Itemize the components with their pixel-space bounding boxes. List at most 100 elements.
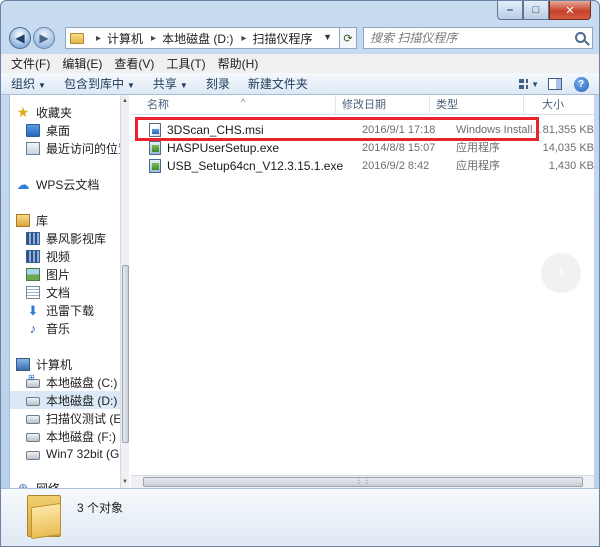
file-modified: 2016/9/1 17:18	[362, 124, 436, 136]
music-note-icon: ♪	[29, 320, 37, 336]
arrow-left-icon: ◀	[15, 31, 25, 45]
nav-pictures-label: 图片	[46, 267, 71, 282]
nav-recent-label: 最近访问的位置	[46, 141, 120, 156]
nav-drive-f[interactable]: 本地磁盘 (F:)	[26, 427, 120, 445]
system-drive-icon	[26, 373, 40, 388]
menu-bar: 文件(F) 编辑(E) 查看(V) 工具(T) 帮助(H)	[1, 53, 599, 74]
scroll-down-icon[interactable]: ▼	[122, 479, 128, 485]
search-icon[interactable]	[575, 32, 586, 43]
refresh-button[interactable]: ⟳	[339, 27, 357, 49]
file-name: HASPUserSetup.exe	[167, 141, 280, 155]
include-in-library-label: 包含到库中	[63, 77, 124, 91]
column-header-type[interactable]: 类型	[430, 95, 524, 115]
file-size: 14,035 KB	[542, 142, 594, 154]
breadcrumb-drive-d[interactable]: 本地磁盘 (D:)	[162, 30, 233, 47]
explorer-window: – □ ✕ ◀ ▶ ▸ 计算机 ▸ 本地磁盘 (D:) ▸ 扫描仪程序 ▼ ⟳ …	[0, 0, 600, 547]
nav-drive-c[interactable]: 本地磁盘 (C:)	[26, 373, 120, 391]
file-type: 应用程序	[456, 160, 500, 172]
recent-places-icon	[26, 141, 40, 155]
nav-wps-cloud[interactable]: ☁ WPS云文档	[16, 175, 120, 193]
nav-drive-e[interactable]: 扫描仪测试 (E:)	[26, 409, 120, 427]
download-icon: ⬇	[27, 302, 39, 318]
chevron-right-icon[interactable]: ▸	[96, 33, 101, 44]
include-in-library-button[interactable]: 包含到库中 ▼	[64, 75, 135, 92]
chevron-right-icon[interactable]: ▸	[241, 33, 246, 44]
minimize-button[interactable]: –	[497, 1, 523, 20]
nav-favorites[interactable]: ★ 收藏夹	[16, 103, 120, 121]
nav-drive-g[interactable]: Win7 32bit (G:)	[26, 445, 120, 463]
nav-music-label: 音乐	[46, 321, 71, 336]
nav-libraries[interactable]: 库	[16, 211, 120, 229]
change-view-button[interactable]: ▼	[519, 75, 539, 93]
file-size: 1,430 KB	[548, 160, 594, 172]
nav-videos[interactable]: 视频	[26, 247, 120, 265]
file-row[interactable]: USB_Setup64cn_V12.3.15.1.exe 2016/9/2 8:…	[131, 157, 594, 175]
preview-pane-button[interactable]	[545, 75, 565, 93]
nav-network-label: 网络	[36, 480, 60, 489]
chevron-right-icon[interactable]: ▸	[151, 33, 156, 44]
folder-icon	[27, 495, 61, 540]
nav-thunder-downloads[interactable]: ⬇ 迅雷下载	[26, 301, 120, 319]
nav-computer[interactable]: 计算机	[16, 355, 120, 373]
menu-help[interactable]: 帮助(H)	[212, 54, 265, 74]
picture-icon	[26, 267, 40, 281]
drive-icon	[26, 415, 40, 424]
maximize-button[interactable]: □	[523, 1, 549, 20]
drive-icon	[26, 451, 40, 460]
scroll-up-icon[interactable]: ▲	[122, 98, 128, 104]
chevron-down-icon[interactable]: ▼	[323, 32, 332, 42]
view-grid-icon	[519, 78, 529, 90]
nav-desktop[interactable]: 桌面	[26, 121, 120, 139]
menu-tools[interactable]: 工具(T)	[160, 54, 211, 74]
new-folder-button[interactable]: 新建文件夹	[248, 75, 308, 92]
burn-button[interactable]: 刻录	[206, 75, 230, 92]
overlay-next-arrow-icon[interactable]: ›	[541, 253, 581, 293]
horizontal-scrollbar[interactable]: ⋮⋮	[131, 475, 594, 488]
exe-file-icon	[149, 141, 161, 155]
search-input[interactable]	[370, 31, 570, 45]
menu-file[interactable]: 文件(F)	[5, 54, 56, 74]
help-button[interactable]: ?	[571, 75, 591, 93]
file-name: 3DScan_CHS.msi	[167, 123, 264, 137]
breadcrumb-computer[interactable]: 计算机	[107, 30, 143, 47]
navigation-pane: ★ 收藏夹 桌面 最近访问的位置 ☁ WPS云文档 库 暴风影视库 视频 图片	[10, 95, 120, 488]
nav-drive-d[interactable]: 本地磁盘 (D:)	[10, 391, 120, 409]
nav-music[interactable]: ♪ 音乐	[26, 319, 120, 337]
nav-libraries-label: 库	[36, 213, 49, 228]
file-row[interactable]: HASPUserSetup.exe 2014/8/8 15:07 应用程序 14…	[131, 139, 594, 157]
exe-file-icon	[149, 159, 161, 173]
video-library-icon	[26, 231, 40, 245]
file-name: USB_Setup64cn_V12.3.15.1.exe	[167, 159, 344, 173]
menu-view[interactable]: 查看(V)	[108, 54, 160, 74]
forward-button[interactable]: ▶	[33, 27, 55, 49]
chevron-down-icon: ▼	[38, 81, 46, 90]
organize-button[interactable]: 组织 ▼	[11, 75, 46, 92]
share-button[interactable]: 共享 ▼	[153, 75, 188, 92]
nav-storm-video-library[interactable]: 暴风影视库	[26, 229, 120, 247]
file-type: Windows Install...	[456, 124, 542, 136]
address-bar[interactable]: ▸ 计算机 ▸ 本地磁盘 (D:) ▸ 扫描仪程序 ▼	[65, 27, 357, 49]
nav-pictures[interactable]: 图片	[26, 265, 120, 283]
breadcrumb-scanner-folder[interactable]: 扫描仪程序	[252, 30, 312, 47]
column-header-size[interactable]: 大小	[524, 95, 594, 115]
nav-network[interactable]: ⊕网络	[16, 479, 120, 488]
column-header-name[interactable]: 名称 ^	[131, 95, 336, 115]
computer-icon	[16, 357, 30, 371]
nav-scrollbar-thumb[interactable]	[122, 265, 129, 443]
file-name-cell: USB_Setup64cn_V12.3.15.1.exe	[149, 157, 349, 175]
nav-storm-label: 暴风影视库	[46, 231, 107, 246]
nav-recent-places[interactable]: 最近访问的位置	[26, 139, 120, 157]
details-pane: 3 个对象	[1, 488, 599, 546]
video-icon	[26, 249, 40, 263]
nav-pane-scrollbar[interactable]: ▲ ▼	[120, 95, 129, 488]
file-row[interactable]: 3DScan_CHS.msi 2016/9/1 17:18 Windows In…	[131, 121, 594, 139]
document-icon	[26, 285, 40, 299]
cloud-icon: ☁	[16, 176, 30, 192]
nav-documents[interactable]: 文档	[26, 283, 120, 301]
column-header-modified[interactable]: 修改日期	[336, 95, 430, 115]
menu-edit[interactable]: 编辑(E)	[56, 54, 108, 74]
nav-drive-f-label: 本地磁盘 (F:)	[46, 429, 116, 444]
back-button[interactable]: ◀	[9, 27, 31, 49]
close-button[interactable]: ✕	[549, 1, 591, 20]
nav-wps-label: WPS云文档	[36, 177, 100, 192]
